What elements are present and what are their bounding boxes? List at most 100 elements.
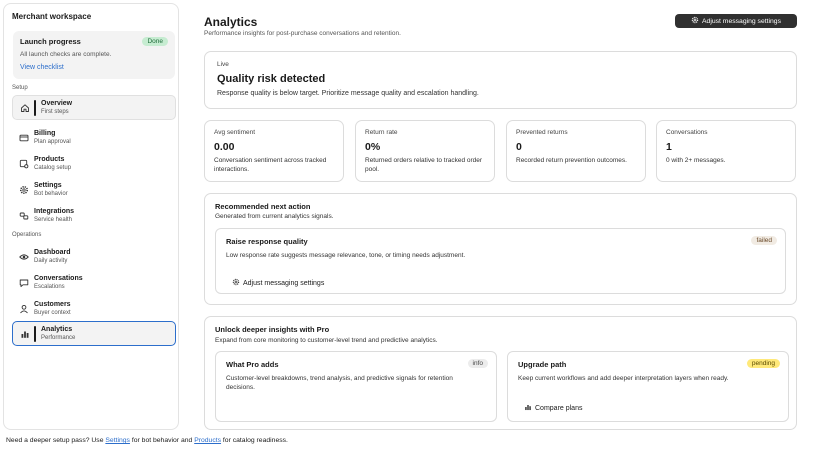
credit-card-icon [19, 133, 29, 143]
sidebar-item-conversations[interactable]: Conversations Escalations [12, 271, 176, 296]
sidebar-item-label: Settings [34, 182, 62, 189]
active-indicator [34, 100, 36, 116]
sidebar-item-sublabel: Plan approval [34, 139, 71, 145]
section-subtitle: Expand from core monitoring to customer-… [215, 337, 438, 344]
section-label-operations: Operations [12, 232, 42, 238]
sidebar-item-label: Overview [41, 100, 73, 107]
upgrade-path-card: Upgrade path pending Keep current workfl… [507, 351, 789, 422]
metric-description: Returned orders relative to tracked orde… [365, 157, 483, 173]
sidebar-item-integrations[interactable]: Integrations Service health [12, 204, 176, 229]
action-item-title: Raise response quality [226, 237, 308, 246]
launch-progress-panel: Launch progress Done All launch checks a… [13, 31, 175, 79]
footer-note: Need a deeper setup pass? Use Settings f… [6, 437, 288, 444]
section-subtitle: Generated from current analytics signals… [215, 213, 334, 220]
metric-value: 1 [666, 141, 672, 153]
sidebar-item-customers[interactable]: Customers Buyer context [12, 297, 176, 322]
compare-plans-button[interactable]: Compare plans [524, 403, 582, 413]
button-label: Adjust messaging settings [243, 279, 325, 287]
section-title: Unlock deeper insights with Pro [215, 325, 330, 334]
card-description: Customer-level breakdowns, trend analysi… [226, 375, 453, 391]
view-checklist-link[interactable]: View checklist [20, 64, 64, 71]
sidebar-item-products[interactable]: Products Catalog setup [12, 152, 176, 177]
metric-value: 0% [365, 141, 381, 153]
section-title: Recommended next action [215, 202, 311, 211]
sidebar: Merchant workspace Launch progress Done … [3, 3, 179, 430]
action-item-card: Raise response quality failed Low respon… [215, 228, 786, 294]
button-label: Adjust messaging settings [702, 17, 781, 25]
launch-progress-subtitle: All launch checks are complete. [20, 51, 112, 58]
metric-card-prevented-returns: Prevented returns 0 Recorded return prev… [506, 120, 646, 182]
footer-text: Need a deeper setup pass? Use [6, 437, 104, 444]
sidebar-item-overview[interactable]: Overview First steps [12, 95, 176, 120]
gear-icon [691, 16, 699, 26]
product-tag-icon [19, 159, 29, 169]
adjust-messaging-settings-button[interactable]: Adjust messaging settings [675, 14, 797, 28]
sidebar-item-sublabel: Buyer context [34, 310, 71, 316]
sidebar-item-label: Billing [34, 130, 56, 137]
metric-value: 0.00 [214, 141, 235, 153]
sidebar-item-sublabel: First steps [41, 109, 69, 115]
sidebar-item-settings[interactable]: Settings Bot behavior [12, 178, 176, 203]
pro-upsell-card: Unlock deeper insights with Pro Expand f… [204, 316, 797, 430]
sidebar-item-label: Integrations [34, 208, 75, 215]
section-label-setup: Setup [12, 85, 28, 91]
live-description: Response quality is below target. Priori… [217, 90, 479, 97]
metric-label: Avg sentiment [214, 129, 256, 136]
bar-chart-icon [524, 403, 532, 413]
active-indicator [34, 326, 36, 342]
sidebar-item-sublabel: Performance [41, 335, 76, 341]
gear-icon [19, 185, 29, 195]
sidebar-item-dashboard[interactable]: Dashboard Daily activity [12, 245, 176, 270]
sidebar-item-label: Products [34, 156, 65, 163]
card-description: Keep current workflows and add deeper in… [518, 375, 729, 382]
metric-card-conversations: Conversations 1 0 with 2+ messages. [656, 120, 796, 182]
eye-icon [19, 252, 29, 262]
metric-value: 0 [516, 141, 522, 153]
footer-text: for bot behavior and [131, 437, 193, 444]
sidebar-item-billing[interactable]: Billing Plan approval [12, 126, 176, 151]
sidebar-item-label: Conversations [34, 275, 83, 282]
chat-bubble-icon [19, 278, 29, 288]
page-subtitle: Performance insights for post-purchase c… [204, 30, 401, 37]
footer-text: for catalog readiness. [222, 437, 288, 444]
metric-description: Conversation sentiment across tracked in… [214, 157, 327, 173]
settings-link[interactable]: Settings [105, 437, 130, 444]
button-label: Compare plans [535, 404, 583, 412]
launch-progress-title: Launch progress [20, 37, 81, 46]
status-badge: pending [746, 359, 780, 368]
adjust-messaging-settings-link[interactable]: Adjust messaging settings [232, 278, 324, 288]
sidebar-item-sublabel: Catalog setup [34, 165, 72, 171]
metric-card-return-rate: Return rate 0% Returned orders relative … [355, 120, 495, 182]
sidebar-item-label: Analytics [41, 326, 73, 333]
what-pro-adds-card: What Pro adds info Customer-level breakd… [215, 351, 497, 422]
products-link[interactable]: Products [194, 437, 221, 444]
recommended-action-card: Recommended next action Generated from c… [204, 193, 797, 305]
bar-chart-icon [20, 329, 30, 339]
metric-card-avg-sentiment: Avg sentiment 0.00 Conversation sentimen… [204, 120, 344, 182]
plug-icon [19, 211, 29, 221]
page-title: Analytics [204, 15, 258, 29]
status-badge: failed [751, 236, 777, 245]
sidebar-item-label: Customers [34, 301, 71, 308]
live-title: Quality risk detected [217, 73, 326, 85]
launch-status-badge: Done [142, 37, 168, 46]
gear-icon [232, 278, 240, 288]
sidebar-item-sublabel: Daily activity [34, 258, 68, 264]
metric-label: Conversations [666, 129, 708, 136]
metric-description: 0 with 2+ messages. [666, 157, 726, 164]
metric-label: Prevented returns [516, 129, 568, 136]
person-icon [19, 304, 29, 314]
sidebar-item-sublabel: Bot behavior [34, 191, 68, 197]
sidebar-item-analytics[interactable]: Analytics Performance [12, 321, 176, 346]
metric-description: Recorded return prevention outcomes. [516, 157, 627, 164]
metric-label: Return rate [365, 129, 398, 136]
card-title: What Pro adds [226, 360, 279, 369]
card-title: Upgrade path [518, 360, 567, 369]
live-status-card: Live Quality risk detected Response qual… [204, 51, 797, 109]
home-icon [20, 103, 30, 113]
live-label: Live [217, 61, 229, 68]
workspace-title: Merchant workspace [12, 12, 92, 21]
status-badge: info [467, 359, 488, 368]
sidebar-item-label: Dashboard [34, 249, 71, 256]
sidebar-item-sublabel: Service health [34, 217, 73, 223]
